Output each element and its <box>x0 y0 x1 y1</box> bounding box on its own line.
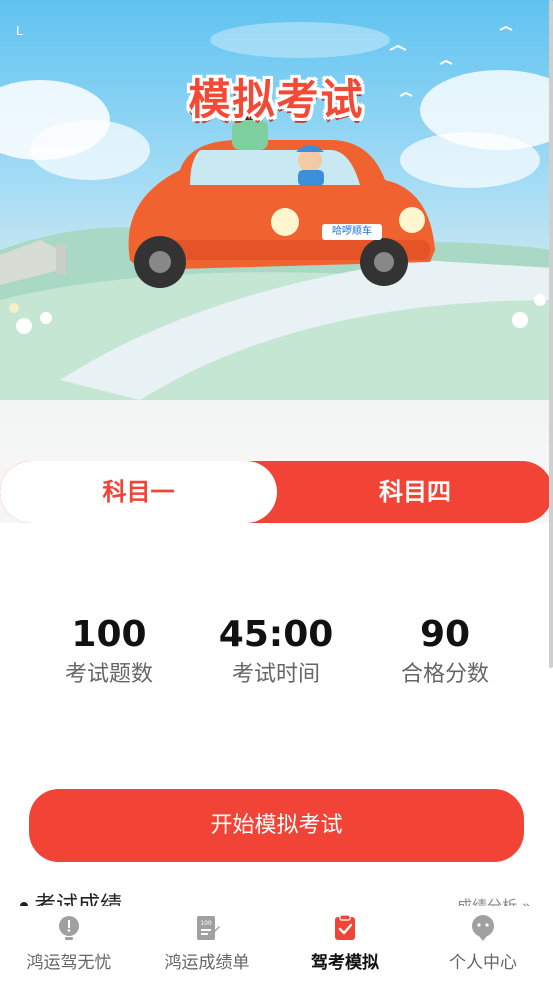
profile-chat-icon <box>472 915 494 941</box>
stat-question-count: 100 考试题数 <box>24 611 194 691</box>
status-glyph: L <box>16 24 23 38</box>
exam-info-panel: 100 考试题数 45:00 考试时间 90 合格分数 开始模拟考试 考试成绩 … <box>0 523 553 923</box>
page-title: 模拟考试 <box>188 75 365 124</box>
nav-label: 鸿运驾无忧 <box>26 953 112 973</box>
bottom-nav: 鸿运驾无忧 100 鸿运成绩单 驾考模拟 个人中心 <box>0 906 553 984</box>
stat-value: 100 <box>71 614 147 655</box>
start-exam-button[interactable]: 开始模拟考试 <box>29 789 524 862</box>
svg-text:100: 100 <box>200 920 212 927</box>
nav-label: 驾考模拟 <box>311 953 379 973</box>
stat-pass-score: 90 合格分数 <box>360 611 530 691</box>
subject-tabs: 科目一 科目四 <box>0 461 553 523</box>
nav-label: 个人中心 <box>449 953 517 973</box>
stat-exam-time: 45:00 考试时间 <box>191 611 361 691</box>
stat-value: 90 <box>419 614 471 655</box>
report-card-icon: 100 <box>197 916 220 940</box>
nav-label: 鸿运成绩单 <box>164 953 250 973</box>
stat-value: 45:00 <box>218 614 334 655</box>
hero-banner: L 模拟考试 哈啰顺车 <box>0 0 553 460</box>
tab-subject-four[interactable]: 科目四 <box>277 461 553 523</box>
stat-label: 考试时间 <box>231 662 320 687</box>
exam-check-icon <box>335 914 355 940</box>
nav-item-report-card[interactable]: 100 鸿运成绩单 <box>138 906 276 984</box>
license-plate: 哈啰顺车 <box>322 224 382 240</box>
stat-label: 考试题数 <box>64 662 153 687</box>
stat-label: 合格分数 <box>400 662 489 687</box>
nav-item-exam-simulation[interactable]: 驾考模拟 <box>276 906 414 984</box>
scrollbar[interactable] <box>549 0 553 668</box>
bulb-icon <box>59 916 79 940</box>
nav-item-driving-worry-free[interactable]: 鸿运驾无忧 <box>0 906 138 984</box>
nav-item-profile[interactable]: 个人中心 <box>414 906 552 984</box>
tab-subject-one[interactable]: 科目一 <box>0 461 277 523</box>
